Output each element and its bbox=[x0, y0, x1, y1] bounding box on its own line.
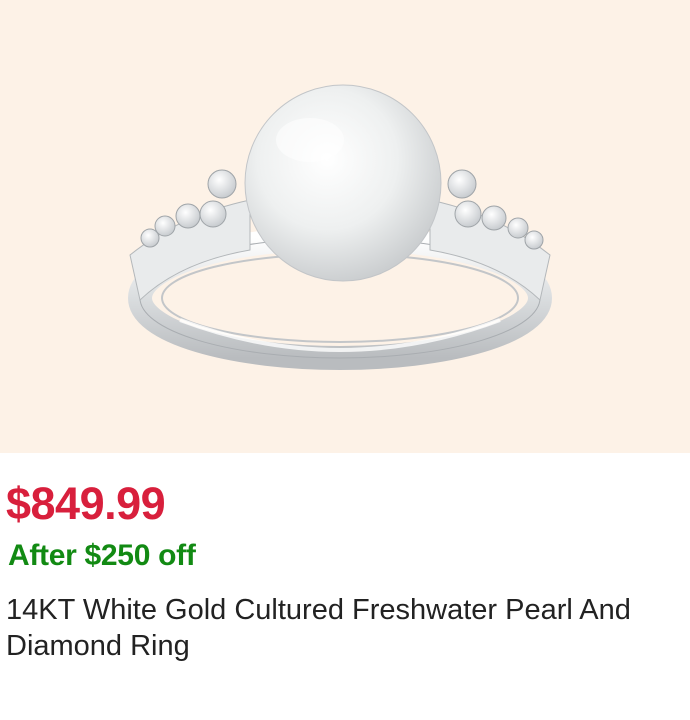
product-image[interactable] bbox=[0, 0, 690, 453]
discount-text: After $250 off bbox=[8, 539, 196, 572]
pearl bbox=[244, 84, 442, 282]
product-price: $849.99 bbox=[6, 478, 166, 529]
product-card[interactable]: $849.99 After $250 off 14KT White Gold C… bbox=[0, 0, 690, 720]
ring-illustration bbox=[128, 84, 552, 370]
product-title[interactable]: 14KT White Gold Cultured Freshwater Pear… bbox=[6, 592, 676, 664]
